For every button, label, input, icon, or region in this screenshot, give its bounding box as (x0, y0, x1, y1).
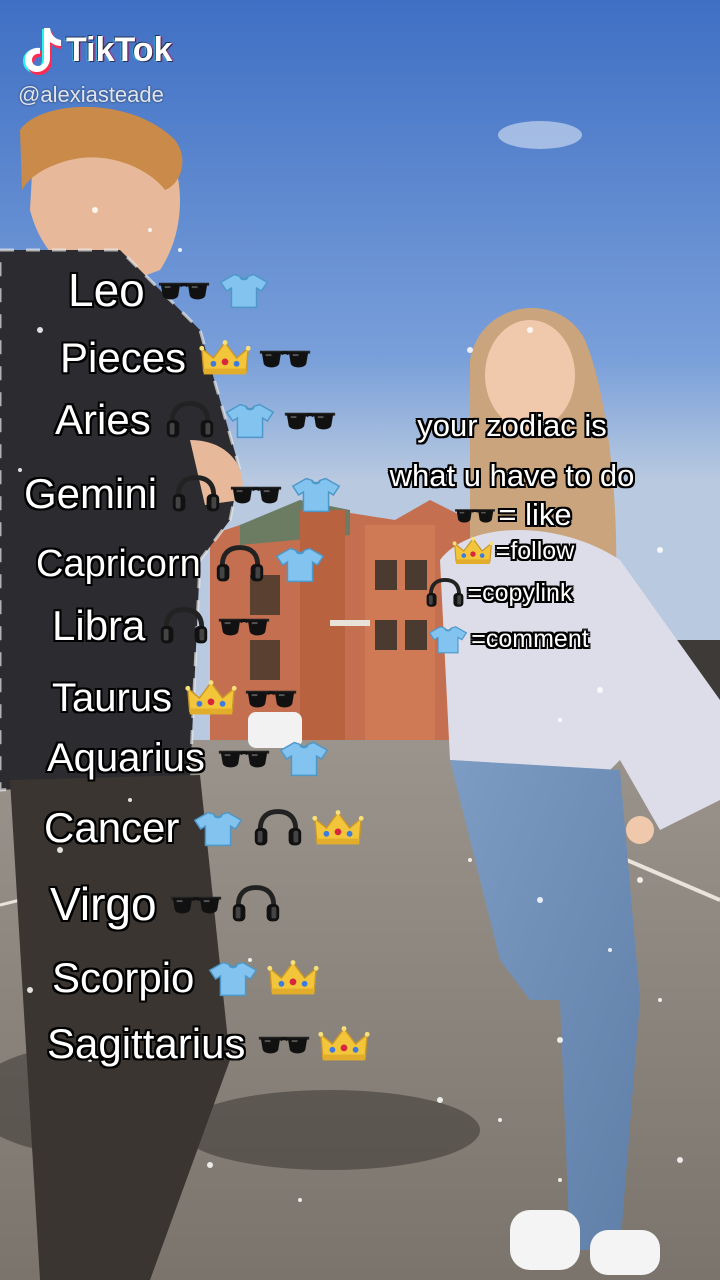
tshirt-icon (291, 477, 341, 513)
legend-item-follow: =follow (352, 532, 672, 570)
legend: your zodiac is what u have to do = like … (352, 408, 672, 658)
crown-icon (199, 340, 251, 375)
headphones-icon (232, 885, 279, 922)
legend-title-line-1: your zodiac is (417, 408, 607, 443)
sunglasses-icon (245, 690, 297, 708)
zodiac-sign-label: Libra (52, 602, 146, 649)
tiktok-watermark: TikTok @alexiasteade (18, 22, 172, 108)
zodiac-row-gemini: Gemini (24, 470, 347, 518)
tshirt-icon (275, 547, 324, 583)
sunglasses-icon (218, 750, 270, 768)
sunglasses-icon (284, 412, 335, 430)
zodiac-sign-label: Aquarius (47, 736, 205, 780)
crown-icon (185, 680, 237, 715)
crown-icon (452, 536, 494, 565)
legend-item-text: =comment (471, 624, 589, 653)
legend-item-text: =copylink (467, 578, 573, 607)
crown-icon (450, 532, 496, 570)
creator-username: @alexiasteade (18, 82, 164, 107)
tshirt-icon (425, 620, 471, 658)
zodiac-icons (161, 396, 341, 444)
sunglasses-icon (452, 496, 498, 534)
legend-item-text: =follow (495, 536, 575, 565)
zodiac-icons (204, 954, 324, 1002)
zodiac-row-libra: Libra (52, 602, 275, 650)
zodiac-row-sagittarius: Sagittarius (47, 1020, 375, 1068)
tshirt-icon (219, 273, 268, 309)
legend-item-text: = like (498, 497, 572, 532)
zodiac-icons (155, 266, 275, 314)
sunglasses-icon (259, 350, 311, 368)
zodiac-row-scorpio: Scorpio (52, 954, 324, 1002)
sunglasses-icon (170, 896, 221, 914)
zodiac-row-cancer: Cancer (44, 804, 369, 852)
zodiac-icons (182, 674, 302, 722)
zodiac-icons (155, 602, 275, 650)
crown-icon (318, 1026, 371, 1061)
zodiac-sign-label: Scorpio (52, 954, 195, 1001)
headphones-icon (426, 578, 463, 607)
zodiac-sign-label: Taurus (52, 676, 173, 720)
zodiac-sign-label: Virgo (50, 878, 157, 930)
headphones-icon (422, 574, 468, 612)
sunglasses-icon (230, 486, 282, 504)
zodiac-icons (167, 880, 287, 928)
zodiac-sign-label: Aries (55, 396, 151, 443)
cloud (498, 121, 582, 149)
zodiac-sign-label: Cancer (44, 804, 180, 851)
crown-icon (312, 810, 365, 845)
zodiac-sign-label: Capricorn (36, 543, 201, 585)
zodiac-icons (215, 734, 335, 782)
zodiac-icons (196, 334, 316, 382)
zodiac-icons (189, 804, 369, 852)
zodiac-row-capricorn: Capricorn (36, 540, 331, 588)
tshirt-icon (225, 403, 274, 439)
tshirt-icon (429, 626, 468, 654)
zodiac-icons (255, 1020, 375, 1068)
headphones-icon (172, 475, 220, 512)
zodiac-row-pieces: Pieces (60, 334, 316, 382)
zodiac-icons (211, 540, 331, 588)
headphones-icon (255, 809, 302, 846)
legend-item-copylink: =copylink (322, 574, 672, 612)
sunglasses-icon (259, 1036, 310, 1054)
legend-title-line-2: what u have to do (389, 458, 635, 493)
zodiac-sign-label: Leo (68, 264, 145, 316)
legend-item-like: = like (352, 496, 672, 534)
tshirt-icon (209, 961, 258, 997)
zodiac-row-aquarius: Aquarius (47, 734, 335, 782)
zodiac-sign-label: Pieces (60, 334, 187, 381)
zodiac-row-taurus: Taurus (52, 674, 302, 722)
zodiac-row-leo: Leo (68, 266, 275, 314)
zodiac-icons (167, 470, 347, 518)
headphones-icon (161, 607, 208, 644)
tshirt-icon (194, 811, 243, 847)
zodiac-row-aries: Aries (55, 396, 341, 444)
tiktok-brand-text: TikTok (66, 30, 173, 69)
zodiac-sign-label: Sagittarius (47, 1020, 246, 1067)
headphones-icon (216, 545, 263, 582)
zodiac-row-virgo: Virgo (50, 880, 287, 928)
sunglasses-icon (219, 618, 270, 636)
crown-icon (267, 960, 320, 995)
tiktok-logo: TikTok (18, 22, 172, 78)
tshirt-icon (279, 741, 329, 777)
tiktok-note-icon (23, 28, 62, 75)
legend-item-comment: =comment (342, 620, 672, 658)
sunglasses-icon (455, 509, 496, 523)
headphones-icon (166, 401, 213, 438)
zodiac-sign-label: Gemini (24, 470, 158, 517)
sunglasses-icon (158, 282, 209, 300)
